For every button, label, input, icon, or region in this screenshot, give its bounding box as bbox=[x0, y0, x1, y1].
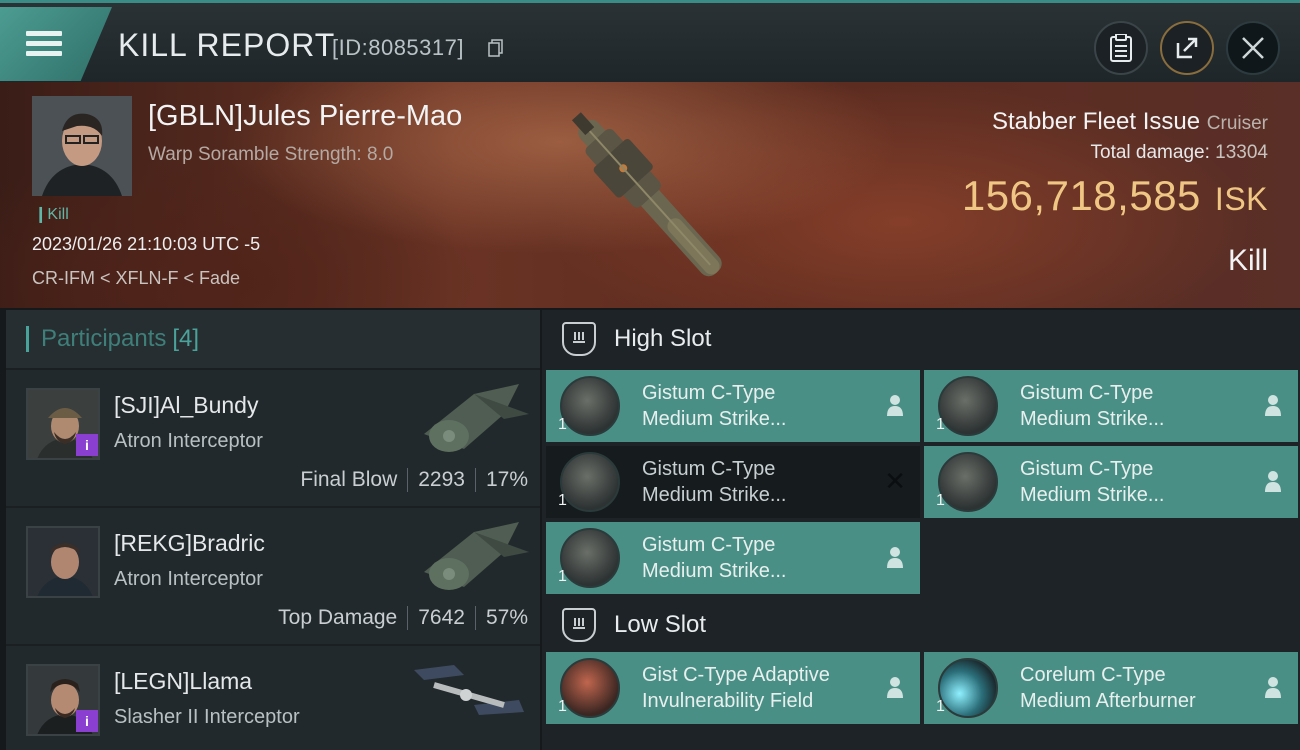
person-icon bbox=[1265, 395, 1281, 416]
close-icon bbox=[1242, 37, 1264, 59]
ship-name[interactable]: Stabber Fleet Issue Cruiser bbox=[992, 108, 1268, 136]
low-slot-header: Low Slot bbox=[542, 596, 1300, 654]
participant-ship-image[interactable] bbox=[404, 650, 534, 740]
report-id: [ID:8085317] bbox=[332, 35, 464, 60]
close-button[interactable] bbox=[1226, 21, 1280, 75]
person-icon bbox=[887, 677, 903, 698]
victim-subtitle: Warp Soramble Strength: 8.0 bbox=[148, 144, 394, 165]
destroyed-icon: ✕ bbox=[884, 466, 906, 496]
person-icon bbox=[1265, 471, 1281, 492]
participant-stats: Final Blow 2293 17% bbox=[300, 468, 528, 492]
launcher-icon bbox=[938, 376, 998, 436]
module-item[interactable]: 1 Gistum C-Type Medium Strike... bbox=[924, 446, 1298, 518]
victim-ship-image[interactable] bbox=[530, 88, 770, 308]
page-title: KILL REPORT bbox=[118, 27, 336, 63]
avatar bbox=[26, 526, 100, 598]
person-icon bbox=[887, 395, 903, 416]
low-slot-icon bbox=[562, 608, 596, 642]
shield-module-icon bbox=[560, 658, 620, 718]
participant-ship: Slasher II Interceptor bbox=[114, 706, 300, 728]
kill-result: Kill bbox=[1227, 244, 1268, 277]
share-button[interactable] bbox=[1160, 21, 1214, 75]
high-slot-icon bbox=[562, 322, 596, 356]
kill-summary: [GBLN]Jules Pierre-Mao Warp Soramble Str… bbox=[0, 82, 1300, 308]
launcher-icon bbox=[560, 528, 620, 588]
top-bar: KILL REPORT [ID:8085317] bbox=[0, 0, 1300, 82]
kill-location[interactable]: CR-IFM < XFLN-F < Fade bbox=[32, 268, 240, 289]
person-icon bbox=[887, 547, 903, 568]
module-item[interactable]: 1 Gistum C-Type Medium Strike... ✕ bbox=[546, 446, 920, 518]
participant-stats: Top Damage 7642 57% bbox=[278, 606, 528, 630]
participant-name[interactable]: [REKG]Bradric bbox=[114, 530, 265, 557]
participant-name[interactable]: [LEGN]Llama bbox=[114, 668, 252, 695]
high-slot-header: High Slot bbox=[542, 310, 1300, 368]
module-item[interactable]: 1 Gistum C-Type Medium Strike... bbox=[546, 370, 920, 442]
launcher-icon bbox=[938, 452, 998, 512]
share-icon bbox=[1176, 37, 1198, 59]
copy-icon[interactable] bbox=[488, 39, 504, 57]
corp-badge-icon: i bbox=[76, 710, 98, 732]
victim-name[interactable]: [GBLN]Jules Pierre-Mao bbox=[148, 100, 462, 133]
participant-ship-image[interactable] bbox=[404, 374, 534, 464]
module-item[interactable]: 1 Gistum C-Type Medium Strike... bbox=[546, 522, 920, 594]
corp-badge-icon: i bbox=[76, 434, 98, 456]
participant-row[interactable]: i [SJI]Al_Bundy Atron Interceptor Final … bbox=[6, 370, 540, 506]
participants-header[interactable]: Participants [4] bbox=[6, 310, 540, 368]
participant-ship-image[interactable] bbox=[404, 512, 534, 602]
participant-row[interactable]: [REKG]Bradric Atron Interceptor Top Dama… bbox=[6, 508, 540, 644]
launcher-icon bbox=[560, 376, 620, 436]
afterburner-icon bbox=[938, 658, 998, 718]
kill-datetime: 2023/01/26 21:10:03 UTC -5 bbox=[32, 234, 261, 254]
clipboard-icon bbox=[1110, 34, 1132, 62]
participant-row[interactable]: i [LEGN]Llama Slasher II Interceptor bbox=[6, 646, 540, 750]
menu-button[interactable] bbox=[0, 7, 112, 81]
menu-icon bbox=[26, 31, 62, 57]
participants-panel: Participants [4] i [SJI]Al_Bundy Atron In… bbox=[6, 310, 540, 750]
participant-ship: Atron Interceptor bbox=[114, 568, 263, 590]
launcher-icon bbox=[560, 452, 620, 512]
kill-tag: ❙Kill bbox=[34, 206, 69, 223]
clipboard-button[interactable] bbox=[1094, 21, 1148, 75]
module-item[interactable]: 1 Gist C-Type Adaptive Invulnerability Fi… bbox=[546, 652, 920, 724]
total-damage: Total damage: 13304 bbox=[1090, 142, 1268, 163]
isk-value: 156,718,585 ISK bbox=[961, 172, 1268, 219]
module-item[interactable]: 1 Corelum C-Type Medium Afterburner bbox=[924, 652, 1298, 724]
person-icon bbox=[1265, 677, 1281, 698]
module-item[interactable]: 1 Gistum C-Type Medium Strike... bbox=[924, 370, 1298, 442]
victim-portrait[interactable] bbox=[32, 96, 132, 196]
fitting-panel: High Slot 1 Gistum C-Type Medium Strike..… bbox=[542, 310, 1300, 750]
participant-ship: Atron Interceptor bbox=[114, 430, 263, 452]
participant-name[interactable]: [SJI]Al_Bundy bbox=[114, 392, 258, 419]
